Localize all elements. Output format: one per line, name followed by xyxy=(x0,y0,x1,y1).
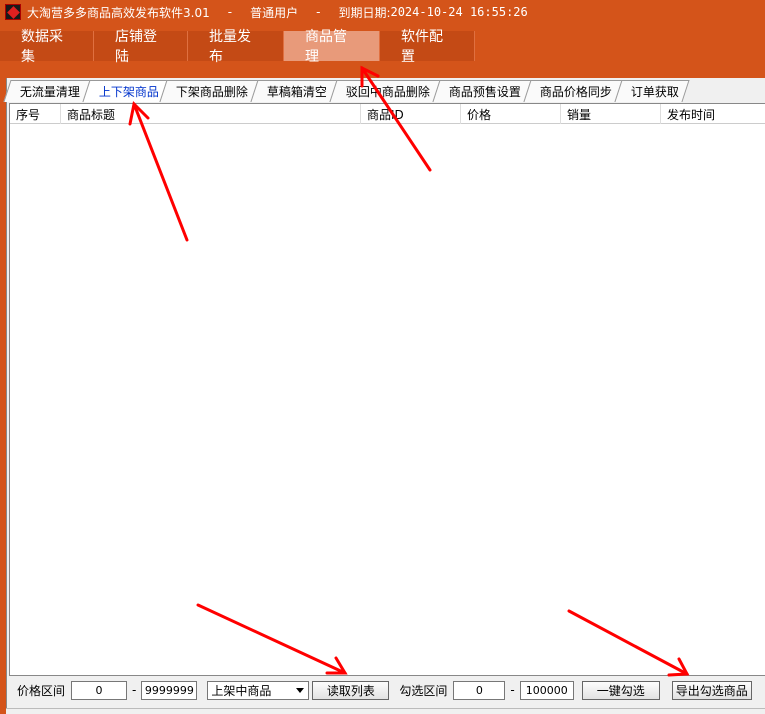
sub-tab-bar: 无流量清理 上下架商品 下架商品删除 草稿箱清空 驳回中商品删除 商品预售设置 … xyxy=(3,80,690,102)
tab-label: 草稿箱清空 xyxy=(266,85,327,99)
read-list-button[interactable]: 读取列表 xyxy=(312,680,390,700)
tab-clear-drafts[interactable]: 草稿箱清空 xyxy=(250,80,338,102)
column-header-sales[interactable]: 销量 xyxy=(561,104,661,124)
tab-label: 下架商品删除 xyxy=(175,85,248,99)
tab-label: 驳回中商品删除 xyxy=(345,85,430,99)
tab-delete-rejected[interactable]: 驳回中商品删除 xyxy=(329,80,441,102)
column-header-index[interactable]: 序号 xyxy=(10,104,61,124)
tab-label: 商品价格同步 xyxy=(539,85,612,99)
tab-delete-offshelf[interactable]: 下架商品删除 xyxy=(159,80,259,102)
title-bar: 大淘营多多商品高效发布软件3.01 - 普通用户 - 到期日期: 2024-10… xyxy=(0,0,765,24)
status-select[interactable]: 上架中商品 xyxy=(207,680,310,700)
title-separator: - xyxy=(316,5,321,19)
column-header-price[interactable]: 价格 xyxy=(461,104,561,124)
menu-data-collection[interactable]: 数据采集 xyxy=(0,29,94,65)
chevron-down-icon[interactable] xyxy=(294,684,306,697)
tab-label: 上下架商品 xyxy=(98,85,159,99)
expiry-label: 到期日期: xyxy=(338,5,391,20)
column-header-title[interactable]: 商品标题 xyxy=(61,104,361,124)
bottom-toolbar: 价格区间 - 上架中商品 读取列表 勾选区间 - 一键勾选 导出勾选商品 xyxy=(7,678,765,702)
user-type: 普通用户 xyxy=(250,5,299,20)
content-panel: 无流量清理 上下架商品 下架商品删除 草稿箱清空 驳回中商品删除 商品预售设置 … xyxy=(3,78,765,710)
menu-store-login[interactable]: 店铺登陆 xyxy=(94,29,188,65)
app-logo-icon xyxy=(5,4,21,20)
price-range-dash: - xyxy=(132,683,137,697)
expiry-value: 2024-10-24 16:55:26 xyxy=(390,5,528,19)
tab-order-fetch[interactable]: 订单获取 xyxy=(614,80,690,102)
tab-price-sync[interactable]: 商品价格同步 xyxy=(523,80,623,102)
tab-label: 无流量清理 xyxy=(19,85,80,99)
list-header: 序号 商品标题 商品ID 价格 销量 发布时间 xyxy=(10,104,765,124)
price-range-label: 价格区间 xyxy=(17,683,66,698)
column-header-id[interactable]: 商品ID xyxy=(361,104,461,124)
title-separator: - xyxy=(227,5,233,19)
check-all-button[interactable]: 一键勾选 xyxy=(581,680,660,700)
status-select-value: 上架中商品 xyxy=(211,683,272,698)
price-max-input[interactable] xyxy=(141,680,198,700)
check-max-input[interactable] xyxy=(519,680,574,700)
column-header-publish-time[interactable]: 发布时间 xyxy=(661,104,765,124)
menu-product-management[interactable]: 商品管理 xyxy=(284,29,380,65)
menu-batch-publish[interactable]: 批量发布 xyxy=(188,29,284,65)
status-strip xyxy=(6,708,765,714)
price-min-input[interactable] xyxy=(71,680,128,700)
check-range-label: 勾选区间 xyxy=(399,683,448,698)
product-list[interactable]: 序号 商品标题 商品ID 价格 销量 发布时间 xyxy=(9,103,765,676)
check-min-input[interactable] xyxy=(453,680,506,700)
app-title: 大淘营多多商品高效发布软件3.01 xyxy=(27,5,210,20)
tab-on-off-shelf[interactable]: 上下架商品 xyxy=(82,80,168,102)
tab-presale-settings[interactable]: 商品预售设置 xyxy=(432,80,532,102)
tab-label: 商品预售设置 xyxy=(448,85,521,99)
check-range-dash: - xyxy=(510,683,515,697)
menu-software-config[interactable]: 软件配置 xyxy=(380,29,475,65)
tab-no-traffic-cleanup[interactable]: 无流量清理 xyxy=(3,80,91,102)
tab-label: 订单获取 xyxy=(630,85,679,99)
main-menu: 数据采集 店铺登陆 批量发布 商品管理 软件配置 xyxy=(0,29,475,65)
export-checked-button[interactable]: 导出勾选商品 xyxy=(671,680,752,700)
